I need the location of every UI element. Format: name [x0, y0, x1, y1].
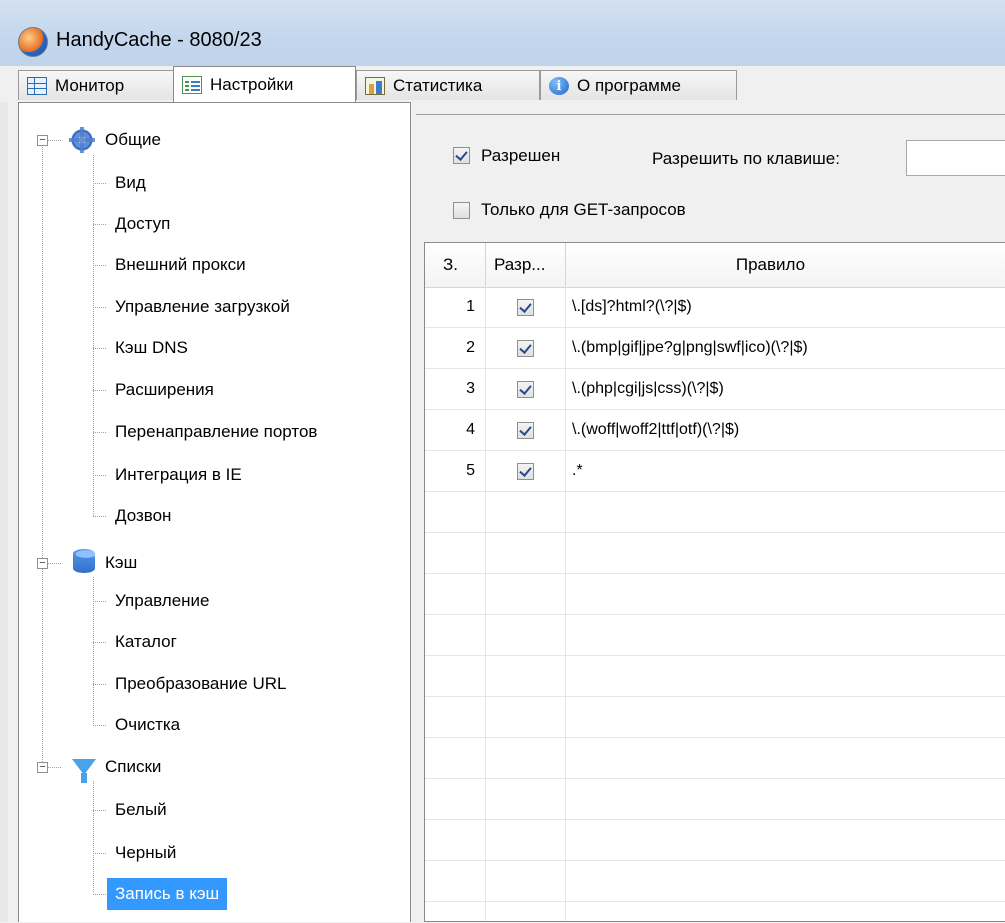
enabled-checkbox[interactable]: [453, 147, 470, 164]
row-rule[interactable]: \.(woff|woff2|ttf|otf)(\?|$): [566, 410, 1005, 450]
collapse-lists-button[interactable]: −: [37, 762, 48, 773]
tab-label: О программе: [577, 75, 682, 95]
tree-item-whitelist[interactable]: Белый: [115, 795, 167, 825]
row-allowed-checkbox[interactable]: [517, 462, 534, 480]
table-row[interactable]: 2 \.(bmp|gif|jpe?g|png|swf|ico)(\?|$): [425, 328, 1005, 369]
row-allowed-cell: [486, 328, 566, 368]
empty-table-row: [425, 861, 1005, 902]
tab-label: Монитор: [55, 75, 125, 95]
tree-item-extensions[interactable]: Расширения: [115, 375, 214, 405]
empty-table-row: [425, 656, 1005, 697]
filter-icon: [72, 759, 96, 783]
tab-statistics[interactable]: Статистика: [356, 70, 540, 100]
tree-item-catalog[interactable]: Каталог: [115, 627, 177, 657]
table-row[interactable]: 4 \.(woff|woff2|ttf|otf)(\?|$): [425, 410, 1005, 451]
tree-item-external-proxy[interactable]: Внешний прокси: [115, 250, 246, 280]
get-only-checkbox[interactable]: [453, 202, 470, 219]
empty-table-row: [425, 615, 1005, 656]
tree-group-general[interactable]: Общие: [105, 125, 161, 155]
divider: [416, 114, 1005, 115]
column-header-rule[interactable]: Правило: [566, 243, 1005, 287]
settings-tree[interactable]: − Общие Вид Доступ Внешний прокси Управл…: [18, 102, 411, 922]
tree-item-access[interactable]: Доступ: [115, 209, 170, 239]
enabled-label: Разрешен: [481, 146, 561, 165]
tab-label: Настройки: [210, 74, 294, 94]
row-allowed-cell: [486, 410, 566, 450]
tab-monitor[interactable]: Монитор: [18, 70, 174, 100]
tab-bar: Монитор Настройки Статистика i О програм…: [0, 66, 1005, 102]
statistics-icon: [365, 76, 385, 95]
empty-table-row: [425, 492, 1005, 533]
tree-group-lists[interactable]: Списки: [105, 752, 161, 782]
row-allowed-checkbox[interactable]: [517, 421, 534, 439]
window-title: HandyCache - 8080/23: [56, 29, 262, 51]
column-header-allowed[interactable]: Разр...: [486, 243, 566, 287]
row-number: 3: [425, 369, 486, 409]
table-row[interactable]: 1 \.[ds]?html?(\?|$): [425, 287, 1005, 328]
row-allowed-checkbox[interactable]: [517, 298, 534, 316]
collapse-general-button[interactable]: −: [37, 135, 48, 146]
tab-settings[interactable]: Настройки: [173, 66, 356, 102]
row-number: 5: [425, 451, 486, 491]
empty-table-row: [425, 697, 1005, 738]
rules-table[interactable]: З. Разр... Правило 1 \.[ds]?html?(\?|$) …: [424, 242, 1005, 922]
column-header-number[interactable]: З.: [425, 243, 486, 287]
empty-table-row: [425, 820, 1005, 861]
row-allowed-cell: [486, 369, 566, 409]
empty-table-row: [425, 533, 1005, 574]
tree-item-ie-integration[interactable]: Интеграция в IE: [115, 460, 242, 490]
empty-table-row: [425, 738, 1005, 779]
row-number: 2: [425, 328, 486, 368]
title-bar: HandyCache - 8080/23: [0, 0, 1005, 67]
gear-icon: [69, 127, 95, 153]
row-allowed-cell: [486, 287, 566, 327]
row-allowed-checkbox[interactable]: [517, 339, 534, 357]
row-rule[interactable]: .*: [566, 451, 1005, 491]
collapse-cache-button[interactable]: −: [37, 558, 48, 569]
row-rule[interactable]: \.[ds]?html?(\?|$): [566, 287, 1005, 327]
tree-item-management[interactable]: Управление: [115, 586, 210, 616]
empty-table-row: [425, 779, 1005, 820]
table-row[interactable]: 5 .*: [425, 451, 1005, 492]
get-only-label: Только для GET-запросов: [481, 200, 686, 219]
row-rule[interactable]: \.(php|cgi|js|css)(\?|$): [566, 369, 1005, 409]
monitor-icon: [27, 76, 47, 95]
database-icon: [73, 549, 95, 573]
row-number: 1: [425, 287, 486, 327]
tree-item-cleanup[interactable]: Очистка: [115, 710, 180, 740]
tab-label: Статистика: [393, 75, 483, 95]
row-allowed-cell: [486, 451, 566, 491]
tree-item-download-control[interactable]: Управление загрузкой: [115, 292, 290, 322]
tree-item-dialup[interactable]: Дозвон: [115, 501, 171, 531]
tree-item-dns-cache[interactable]: Кэш DNS: [115, 333, 188, 363]
info-icon: i: [549, 76, 569, 95]
tree-item-view[interactable]: Вид: [115, 168, 146, 198]
tab-about[interactable]: i О программе: [540, 70, 737, 100]
empty-table-row: [425, 574, 1005, 615]
table-row[interactable]: 3 \.(php|cgi|js|css)(\?|$): [425, 369, 1005, 410]
row-number: 4: [425, 410, 486, 450]
window-border: [0, 102, 8, 922]
hotkey-input[interactable]: [906, 140, 1005, 176]
app-logo-icon: [18, 27, 48, 57]
tree-connector-lines: [42, 140, 107, 895]
table-header: З. Разр... Правило: [425, 243, 1005, 288]
tree-item-port-forwarding[interactable]: Перенаправление портов: [115, 417, 317, 447]
row-allowed-checkbox[interactable]: [517, 380, 534, 398]
tree-item-cache-write[interactable]: Запись в кэш: [107, 878, 228, 910]
row-rule[interactable]: \.(bmp|gif|jpe?g|png|swf|ico)(\?|$): [566, 328, 1005, 368]
tree-group-cache[interactable]: Кэш: [105, 548, 137, 578]
settings-icon: [182, 75, 202, 94]
hotkey-label: Разрешить по клавише:: [652, 149, 840, 168]
tree-item-blacklist[interactable]: Черный: [115, 838, 176, 868]
tree-item-url-transform[interactable]: Преобразование URL: [115, 669, 286, 699]
